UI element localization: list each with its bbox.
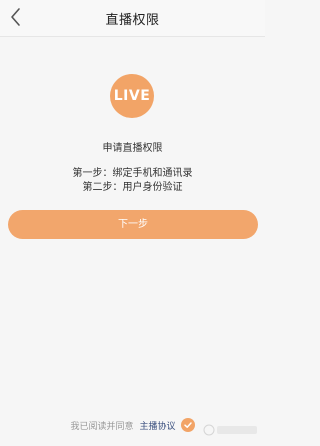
steps-list: 第一步：绑定手机和通讯录 第二步：用户身份验证 xyxy=(0,167,265,195)
live-icon: LIVE xyxy=(110,74,154,118)
page-title: 直播权限 xyxy=(105,13,160,28)
step-2: 第二步：用户身份验证 xyxy=(82,182,183,193)
next-step-button[interactable]: 下一步 xyxy=(8,210,258,239)
agreement-checkbox[interactable] xyxy=(180,418,195,432)
watermark-logo xyxy=(203,424,257,436)
apply-heading: 申请直播权限 xyxy=(102,143,163,154)
check-icon xyxy=(183,422,192,428)
navigation-bar: 直播权限 xyxy=(0,0,265,37)
agreement-text: 我已阅读并同意 xyxy=(70,421,134,432)
host-agreement-link[interactable]: 主播协议 xyxy=(140,419,176,432)
step-1: 第一步：绑定手机和通讯录 xyxy=(72,168,193,179)
live-label: LIVE xyxy=(113,88,151,104)
